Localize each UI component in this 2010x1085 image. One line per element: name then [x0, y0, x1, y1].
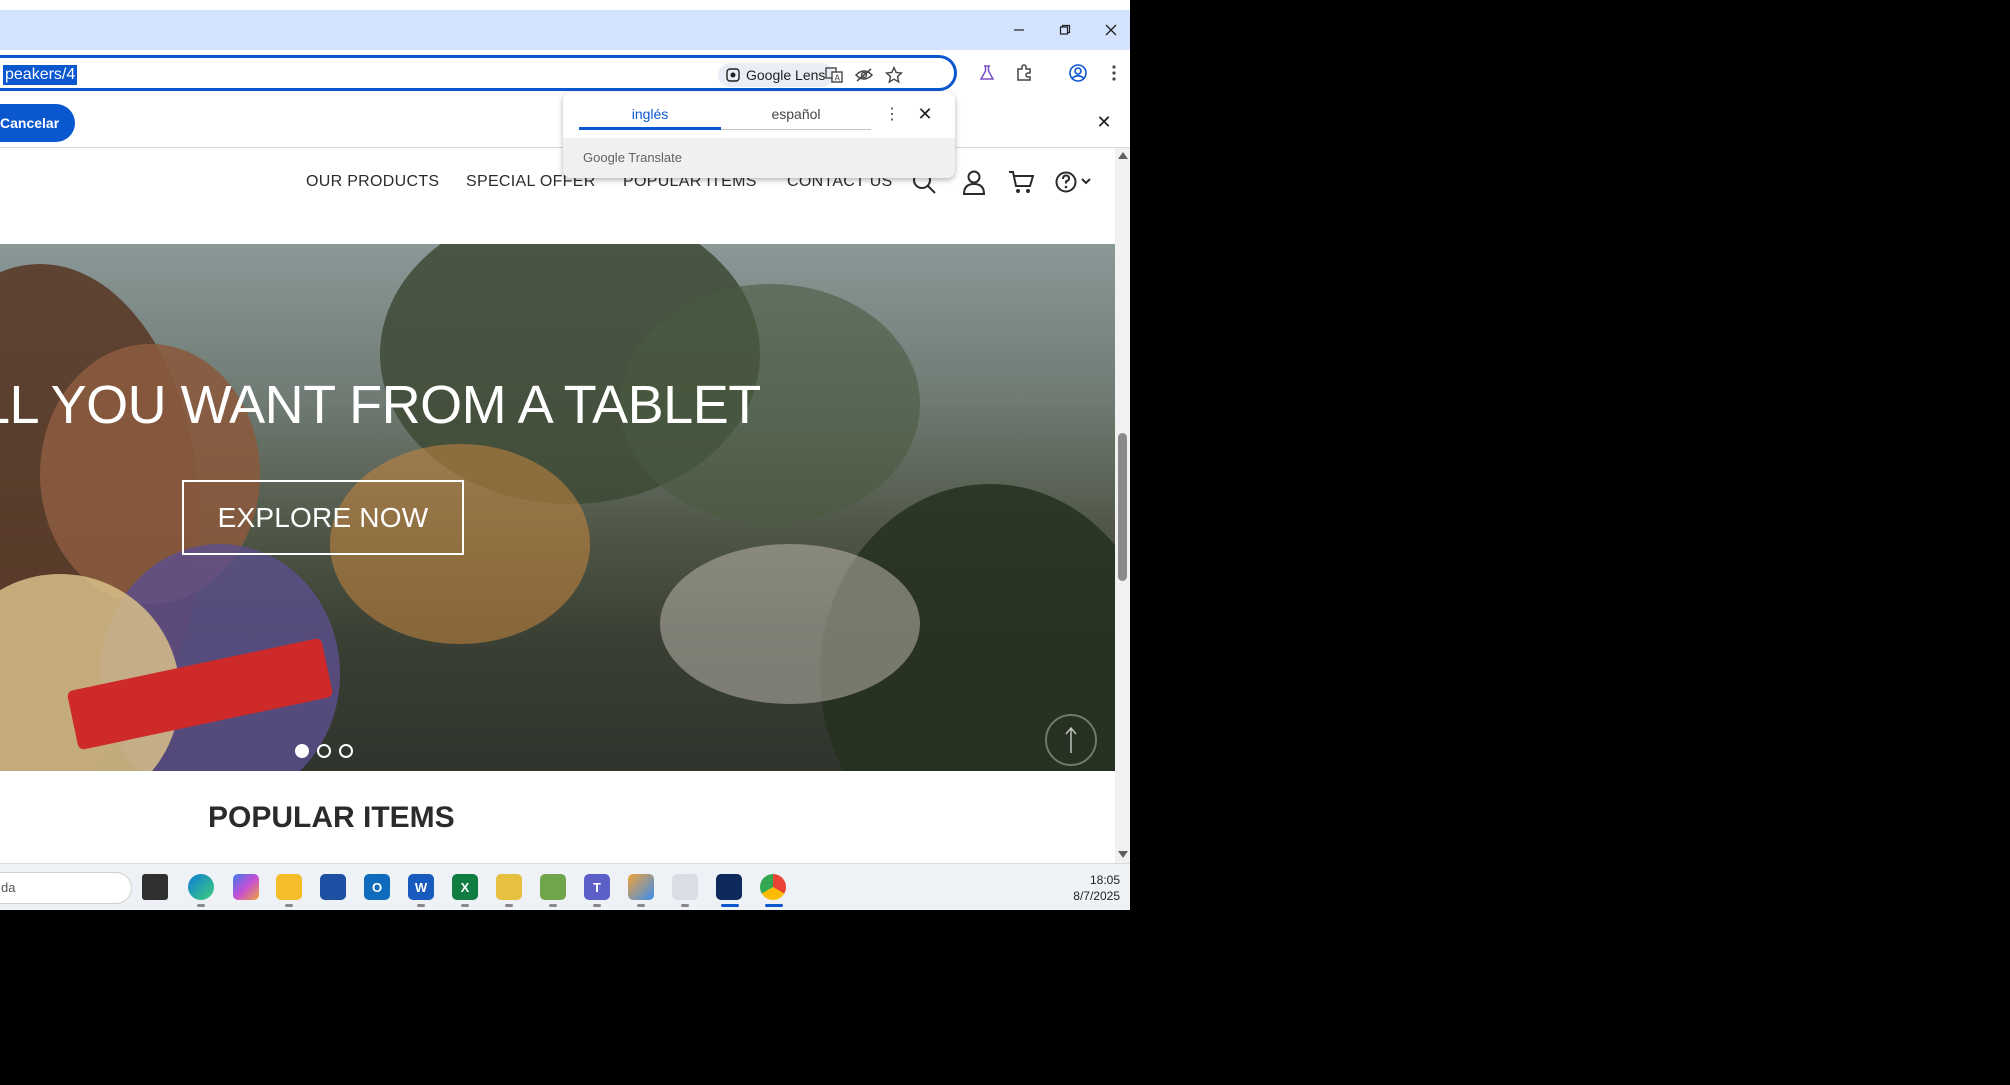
microsoft-store-icon[interactable]	[320, 874, 346, 900]
google-translate-brand: Google Translate	[583, 150, 683, 165]
image-editor-icon[interactable]	[540, 874, 566, 900]
extensions-puzzle-icon[interactable]	[1009, 58, 1039, 88]
tab-source-language[interactable]: inglés	[579, 104, 721, 130]
task-view-icon[interactable]	[142, 874, 168, 900]
excel-icon[interactable]: X	[452, 874, 478, 900]
clock-time: 18:05	[1089, 873, 1120, 887]
system-clock[interactable]: 18:05 8/7/2025	[1040, 872, 1120, 904]
chrome-icon[interactable]	[760, 874, 786, 900]
running-indicator	[197, 904, 205, 907]
paint-tool-icon[interactable]	[496, 874, 522, 900]
eye-slash-icon[interactable]	[851, 62, 877, 88]
bookmark-star-icon[interactable]	[881, 62, 907, 88]
section-title: POPULAR ITEMS	[208, 801, 455, 834]
scroll-up-icon[interactable]	[1118, 152, 1128, 159]
close-icon[interactable]	[1088, 10, 1130, 50]
running-indicator	[549, 904, 557, 907]
running-indicator	[765, 904, 783, 907]
vertical-scrollbar[interactable]	[1115, 148, 1130, 863]
restore-icon[interactable]	[1042, 10, 1088, 50]
translate-icon[interactable]: A	[821, 62, 847, 88]
carousel-dot-1[interactable]	[295, 744, 309, 758]
extension-flask-icon[interactable]	[972, 58, 1002, 88]
google-lens-chip[interactable]: Google Lens	[718, 63, 835, 87]
outlook-icon[interactable]: O	[364, 874, 390, 900]
running-indicator	[593, 904, 601, 907]
teams-icon[interactable]: T	[584, 874, 610, 900]
title-bar	[0, 10, 1130, 50]
scroll-down-icon[interactable]	[1118, 851, 1128, 858]
svg-text:A: A	[835, 74, 841, 83]
running-indicator	[681, 904, 689, 907]
cancel-button[interactable]: Cancelar	[0, 104, 76, 142]
profile-icon[interactable]	[1063, 58, 1093, 88]
taskbar-search-input[interactable]: da	[0, 872, 132, 904]
running-indicator	[285, 904, 293, 907]
translate-close-icon[interactable]: ✕	[913, 102, 937, 126]
running-indicator	[721, 904, 739, 907]
running-indicator	[505, 904, 513, 907]
cart-icon[interactable]	[1005, 166, 1037, 198]
word-icon[interactable]: W	[408, 874, 434, 900]
lens-icon	[726, 68, 740, 82]
infobar-close-icon[interactable]: ✕	[1090, 108, 1118, 136]
explore-now-button[interactable]: EXPLORE NOW	[182, 480, 464, 555]
browser-toolbar: peakers/4 Google Lens A	[0, 50, 1130, 96]
page-viewport: OUR PRODUCTS SPECIAL OFFER POPULAR ITEMS…	[0, 148, 1130, 863]
carousel-dot-3[interactable]	[339, 744, 353, 758]
running-indicator	[417, 904, 425, 907]
git-tool-icon[interactable]	[628, 874, 654, 900]
file-explorer-icon[interactable]	[276, 874, 302, 900]
lens-label: Google Lens	[746, 67, 826, 83]
running-indicator	[461, 904, 469, 907]
hero-banner: LL YOU WANT FROM A TABLET EXPLORE NOW	[0, 244, 1115, 771]
translate-popup: inglés español ⋮ ✕ Google Translate	[563, 92, 955, 178]
url-text[interactable]: peakers/4	[3, 65, 78, 85]
more-menu-icon[interactable]	[1099, 58, 1129, 88]
drive-app-icon[interactable]	[716, 874, 742, 900]
help-icon[interactable]	[1052, 166, 1098, 198]
screen: peakers/4 Google Lens A Cancelar ✕ inglé…	[0, 0, 1130, 910]
distant-hill-shape	[660, 544, 920, 704]
m365-copilot-icon[interactable]	[233, 874, 259, 900]
user-icon[interactable]	[958, 166, 990, 198]
nav-our-products[interactable]: OUR PRODUCTS	[306, 173, 439, 191]
scroll-to-top-button[interactable]	[1045, 714, 1097, 766]
tab-target-language[interactable]: español	[721, 104, 871, 130]
taskbar: da O W X T 18:05 8/7/2025	[0, 863, 1130, 910]
arrow-up-icon	[1065, 726, 1077, 753]
carousel-dot-2[interactable]	[317, 744, 331, 758]
address-bar[interactable]: peakers/4 Google Lens A	[0, 55, 957, 91]
edge-icon[interactable]	[188, 874, 214, 900]
running-indicator	[637, 904, 645, 907]
scrollbar-thumb[interactable]	[1118, 433, 1127, 581]
snipping-tool-icon[interactable]	[672, 874, 698, 900]
clock-date: 8/7/2025	[1073, 889, 1120, 903]
hero-title: LL YOU WANT FROM A TABLET	[0, 375, 761, 435]
translate-options-icon[interactable]: ⋮	[881, 104, 903, 126]
translate-footer: Google Translate	[563, 138, 955, 178]
minimize-icon[interactable]	[996, 10, 1042, 50]
